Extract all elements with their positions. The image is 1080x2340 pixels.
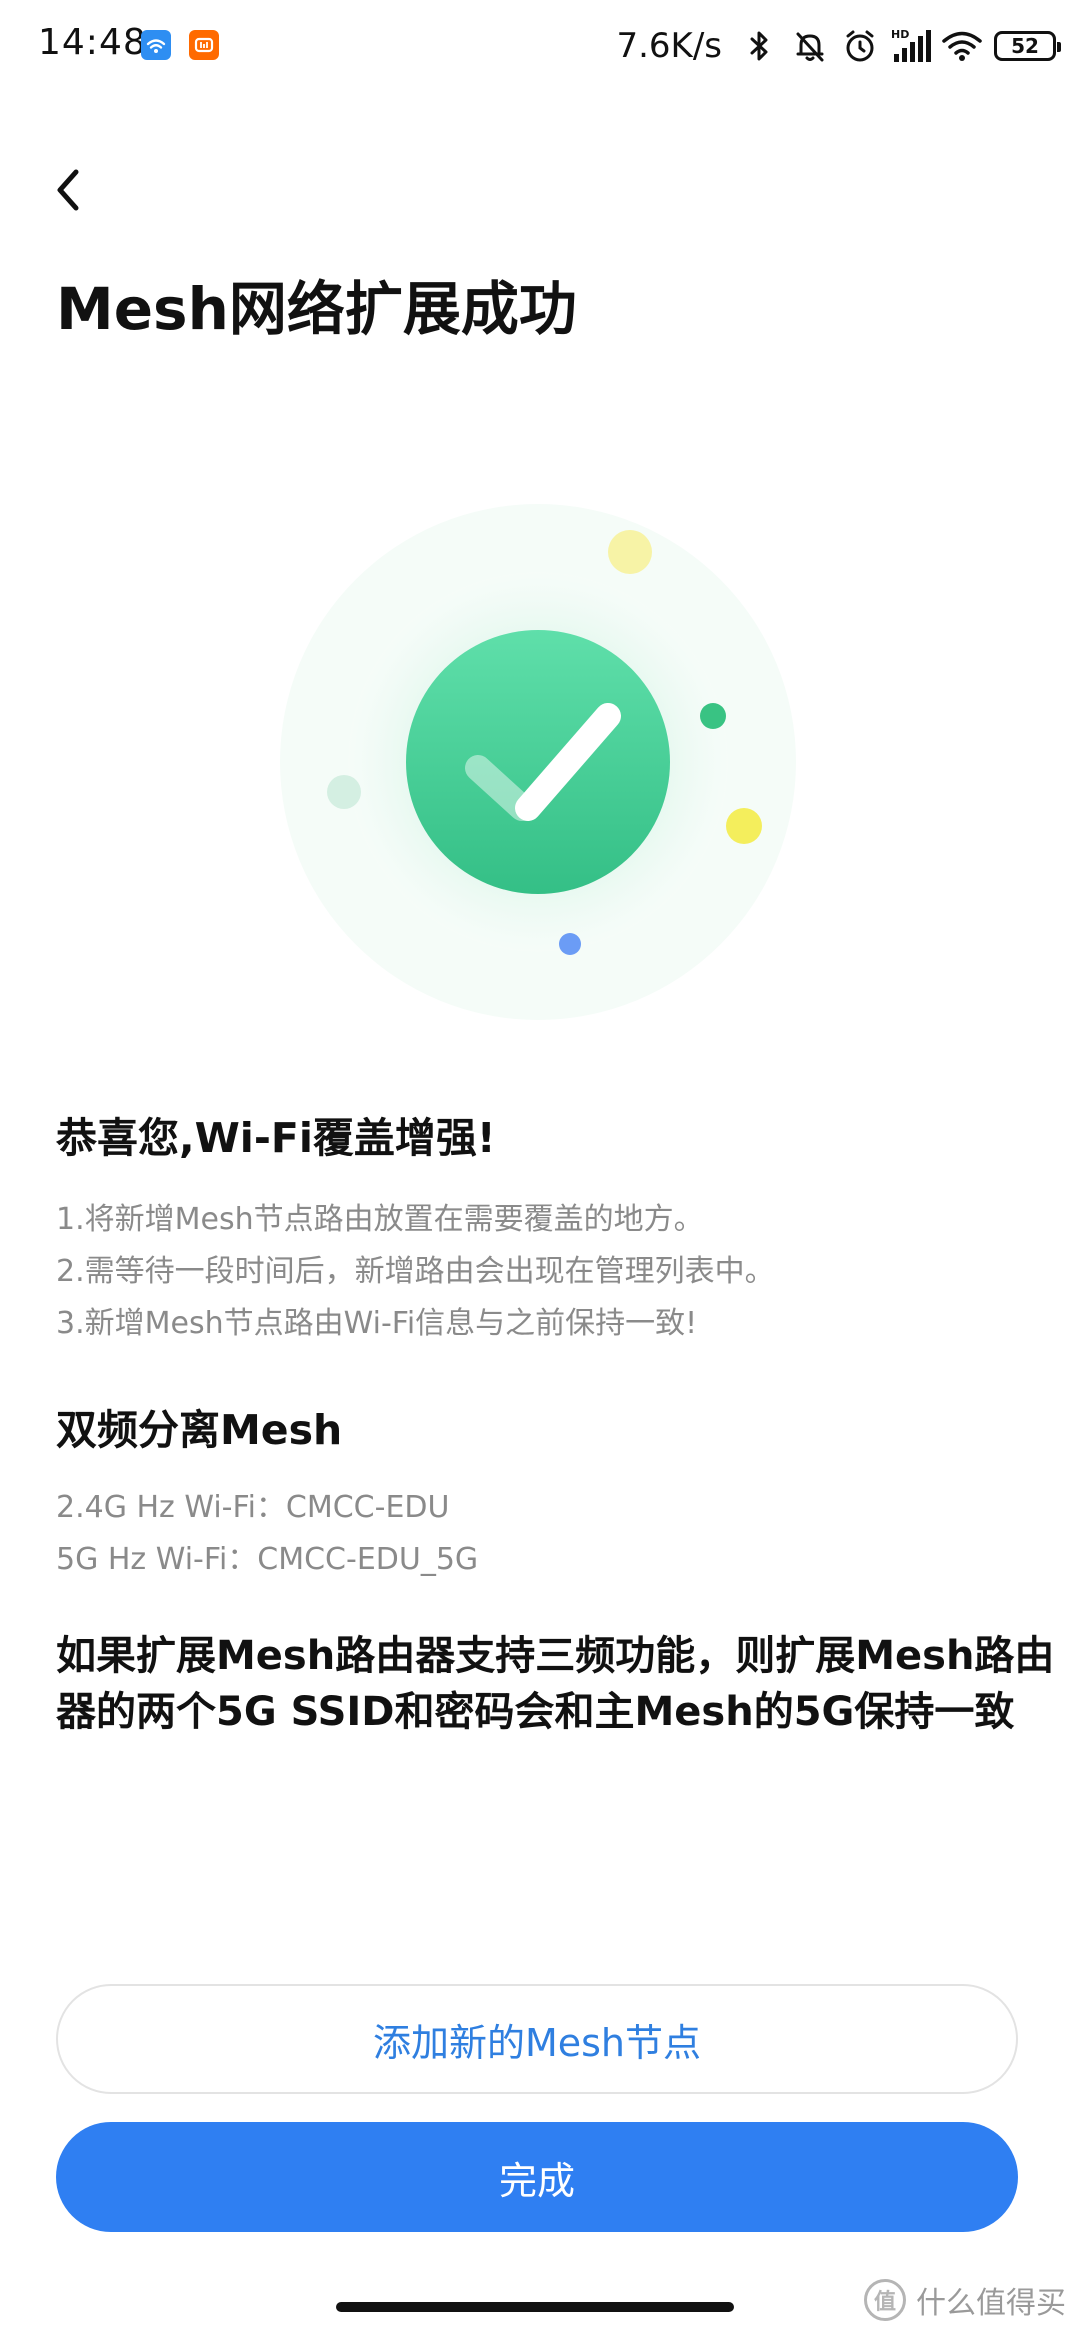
watermark: 值 什么值得买: [864, 2272, 1066, 2328]
hd-signal-icon: HD: [890, 26, 931, 66]
tip-item: 1.将新增Mesh节点路由放置在需要覆盖的地方。: [56, 1202, 704, 1237]
back-button[interactable]: [44, 150, 104, 230]
home-indicator[interactable]: [336, 2302, 734, 2312]
chevron-left-icon: [57, 169, 79, 211]
dual-band-heading: 双频分离Mesh: [56, 1406, 343, 1454]
battery-level: 52: [1011, 34, 1039, 58]
tip-item: 3.新增Mesh节点路由Wi-Fi信息与之前保持一致!: [56, 1306, 698, 1341]
alarm-icon: [840, 26, 880, 66]
svg-text:HD: HD: [891, 28, 909, 41]
wifi-app-icon: [141, 30, 171, 60]
status-time: 14:48: [38, 22, 147, 63]
ssid-5g-line: 5G Hz Wi-Fi：CMCC-EDU_5G: [56, 1542, 479, 1577]
net-speed: 7.6K/s: [616, 26, 722, 66]
page-title: Mesh网络扩展成功: [56, 275, 577, 343]
mi-app-icon: [189, 30, 219, 60]
success-illustration: [0, 490, 1080, 1050]
battery-icon: 52: [994, 31, 1061, 61]
check-circle-icon: [280, 504, 796, 1020]
tip-item: 2.需等待一段时间后，新增路由会出现在管理列表中。: [56, 1254, 775, 1289]
done-label: 完成: [498, 2158, 575, 2203]
mute-bell-icon: [790, 26, 830, 66]
add-mesh-node-label: 添加新的Mesh节点: [372, 2020, 702, 2065]
ssid-2g-line: 2.4G Hz Wi-Fi：CMCC-EDU: [56, 1490, 450, 1525]
status-indicators: 7.6K/s HD 52: [616, 22, 1061, 70]
success-heading: 恭喜您,Wi-Fi覆盖增强!: [56, 1114, 496, 1162]
wifi-signal-icon: [940, 26, 982, 66]
watermark-logo: 值: [864, 2279, 906, 2321]
watermark-text: 什么值得买: [916, 2286, 1066, 2321]
status-bar: 14:48 7.6K/s HD 52: [0, 0, 1080, 96]
tri-band-note: 如果扩展Mesh路由器支持三频功能，则扩展Mesh路由器的两个5G SSID和密…: [56, 1633, 1055, 1735]
add-mesh-node-button[interactable]: 添加新的Mesh节点: [56, 1984, 1018, 2094]
done-button[interactable]: 完成: [56, 2122, 1018, 2232]
bluetooth-icon: [740, 26, 780, 66]
